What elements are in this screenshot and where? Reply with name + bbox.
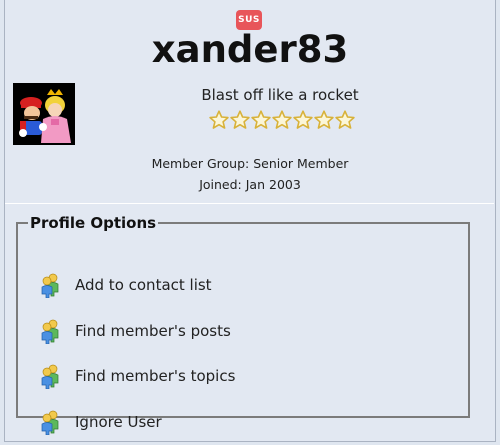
join-date: Joined: Jan 2003 [199,177,301,192]
option-find-topics[interactable]: Find member's topics [39,363,235,390]
status-badge: SUS [236,10,262,30]
option-ignore-user[interactable]: Ignore User [39,409,162,436]
option-label[interactable]: Find member's posts [75,322,231,340]
star-icon [314,110,334,129]
star-icon [209,110,229,129]
option-label[interactable]: Ignore User [75,413,162,431]
option-label[interactable]: Find member's topics [75,367,235,385]
users-icon [39,363,61,390]
avatar [13,83,75,145]
option-add-contact[interactable]: Add to contact list [39,272,212,299]
option-label[interactable]: Add to contact list [75,276,212,294]
profile-options-title: Profile Options [30,214,157,232]
users-icon [39,409,61,436]
users-icon [39,272,61,299]
username: xander83 [151,28,349,71]
users-icon [39,318,61,345]
profile-options-panel: Profile Options Add to contact list Find… [16,214,470,436]
star-icon [272,110,292,129]
star-icon [230,110,250,129]
star-icon [293,110,313,129]
member-group: Member Group: Senior Member [151,156,349,171]
option-find-posts[interactable]: Find member's posts [39,318,231,345]
user-tagline: Blast off like a rocket [201,86,359,104]
rating-stars [209,110,355,132]
star-icon [335,110,355,129]
divider [5,203,494,204]
star-icon [251,110,271,129]
